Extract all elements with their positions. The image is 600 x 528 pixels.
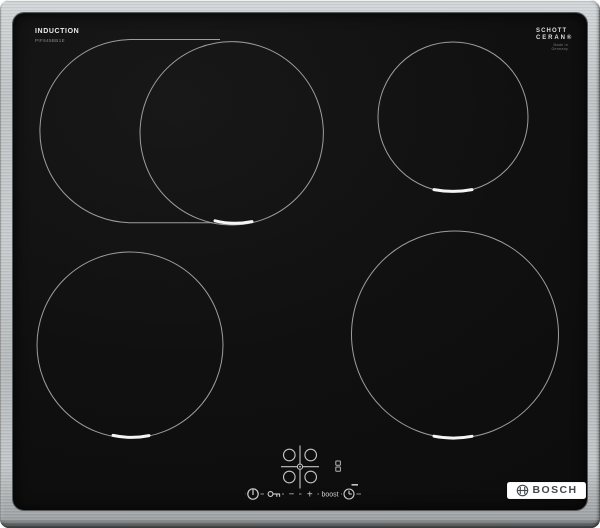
- bosch-wordmark: BOSCH: [533, 485, 578, 496]
- bosch-badge: BOSCH: [507, 482, 586, 499]
- plus-button[interactable]: +: [307, 490, 313, 501]
- glass-markings: − + boost: [0, 0, 600, 528]
- induction-hob: INDUCTION PIF645BB1E SCHOTT CERAN® Made …: [0, 0, 600, 528]
- zone-top-right-outline: [378, 42, 528, 192]
- zone-selector-cross-icon: [281, 446, 319, 489]
- zone-bottom-right-mark: [434, 436, 472, 438]
- zone-top-right-mark: [434, 190, 472, 192]
- zone-bottom-left-mark: [113, 435, 149, 437]
- zone-select-front-left[interactable]: [284, 449, 296, 461]
- zone-flex-oval-outline: [40, 40, 220, 223]
- zone-flex-circle-outline: [140, 42, 323, 225]
- zone-bottom-right-outline: [352, 231, 559, 438]
- zone-select-rear-right[interactable]: [305, 471, 317, 483]
- minus-button[interactable]: −: [289, 489, 295, 500]
- display-segment-icon: [336, 461, 341, 471]
- zone-select-rear-left[interactable]: [284, 471, 296, 483]
- boost-button[interactable]: boost: [321, 491, 338, 498]
- zone-bottom-left-outline: [37, 252, 223, 438]
- zone-flex-mark: [215, 221, 252, 223]
- zone-select-front-right[interactable]: [305, 449, 317, 461]
- bosch-symbol-icon: [516, 484, 529, 497]
